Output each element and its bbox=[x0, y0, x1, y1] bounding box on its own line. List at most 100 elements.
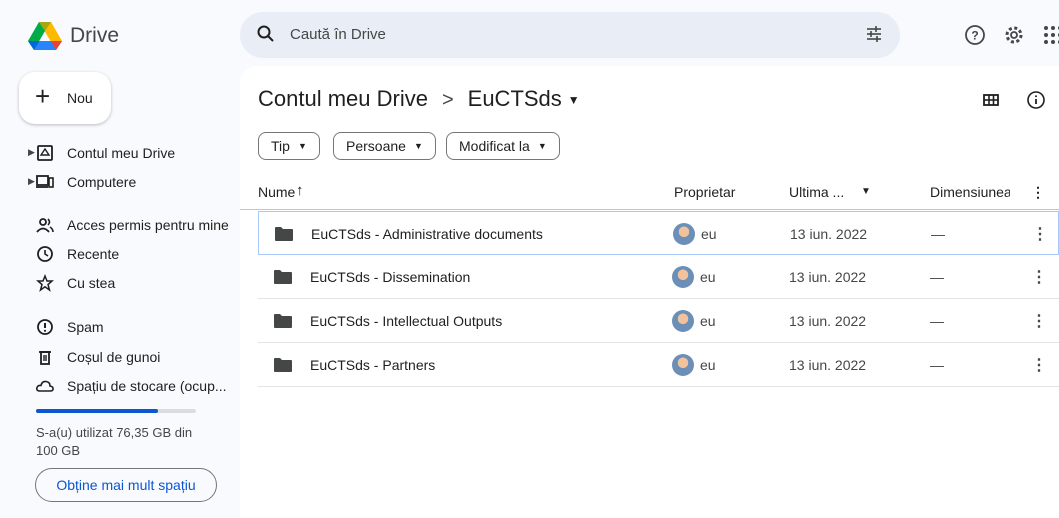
column-options-icon[interactable]: ⋮ bbox=[1031, 184, 1045, 201]
file-name[interactable]: EuCTSds - Partners bbox=[310, 357, 435, 373]
file-name[interactable]: EuCTSds - Administrative documents bbox=[311, 226, 543, 242]
help-icon[interactable]: ? bbox=[964, 24, 986, 46]
search-input[interactable]: Caută în Drive bbox=[290, 26, 386, 43]
filter-modified-label: Modificat la bbox=[459, 138, 530, 154]
breadcrumb: Contul meu Drive > EuCTSds ▼ bbox=[258, 86, 580, 112]
file-size: — bbox=[930, 357, 944, 373]
sidebar-item-label: Recente bbox=[67, 246, 120, 262]
storage-progress-bar bbox=[36, 409, 196, 413]
people-icon bbox=[36, 218, 54, 233]
computer-icon bbox=[36, 175, 54, 188]
breadcrumb-root[interactable]: Contul meu Drive bbox=[258, 86, 428, 111]
main-content: Contul meu Drive > EuCTSds ▼ Tip ▼ Persoane ▼… bbox=[240, 66, 1059, 518]
breadcrumb-current[interactable]: EuCTSds bbox=[468, 86, 562, 111]
drive-logo-icon[interactable] bbox=[28, 22, 62, 50]
dropdown-arrow-icon: ▼ bbox=[537, 141, 547, 151]
table-row[interactable]: EuCTSds - Dissemination eu 13 iun. 2022 … bbox=[258, 255, 1059, 299]
trash-icon bbox=[39, 351, 51, 365]
column-name-header[interactable]: Nume bbox=[258, 184, 295, 200]
spam-icon bbox=[37, 319, 53, 335]
search-options-icon[interactable] bbox=[864, 24, 884, 44]
sidebar-item-shared-with-me[interactable]: Acces permis pentru mine bbox=[0, 211, 238, 239]
column-modified-header[interactable]: Ultima ... bbox=[789, 184, 844, 200]
cloud-icon bbox=[36, 380, 54, 392]
sidebar-item-label: Spațiu de stocare (ocup... bbox=[67, 378, 227, 394]
storage-progress-fill bbox=[36, 409, 159, 413]
breadcrumb-separator: > bbox=[441, 89, 454, 111]
apps-grid-icon[interactable] bbox=[1042, 24, 1059, 46]
file-modified-date: 13 iun. 2022 bbox=[789, 269, 867, 285]
sidebar-item-recent[interactable]: Recente bbox=[0, 240, 238, 268]
search-bar[interactable]: Caută în Drive bbox=[240, 12, 900, 58]
filter-type-label: Tip bbox=[271, 138, 290, 154]
file-size: — bbox=[930, 313, 944, 329]
file-size: — bbox=[930, 269, 944, 285]
owner-avatar bbox=[672, 354, 694, 376]
folder-icon bbox=[274, 314, 292, 328]
sidebar-item-label: Cu stea bbox=[67, 275, 116, 291]
expand-arrow-icon[interactable]: ▶ bbox=[28, 176, 35, 187]
owner-avatar bbox=[672, 266, 694, 288]
new-button[interactable]: + Nou bbox=[19, 72, 111, 124]
sidebar-item-my-drive[interactable]: ▶ Contul meu Drive bbox=[0, 139, 238, 167]
filter-type-chip[interactable]: Tip ▼ bbox=[258, 132, 320, 160]
file-modified-date: 13 iun. 2022 bbox=[789, 313, 867, 329]
file-size: — bbox=[931, 226, 945, 242]
filter-people-label: Persoane bbox=[346, 138, 406, 154]
new-button-label: Nou bbox=[67, 90, 93, 106]
file-modified-date: 13 iun. 2022 bbox=[790, 226, 868, 242]
sidebar-item-label: Contul meu Drive bbox=[67, 145, 176, 161]
sort-down-caret-icon[interactable]: ▼ bbox=[861, 186, 871, 197]
dropdown-arrow-icon: ▼ bbox=[413, 141, 423, 151]
table-row[interactable]: EuCTSds - Administrative documents eu 13… bbox=[258, 211, 1059, 255]
expand-arrow-icon[interactable]: ▶ bbox=[28, 147, 35, 158]
folder-icon bbox=[274, 358, 292, 372]
file-owner: eu bbox=[701, 226, 717, 242]
sidebar-item-computers[interactable]: ▶ Computere bbox=[0, 168, 238, 196]
filter-modified-chip[interactable]: Modificat la ▼ bbox=[446, 132, 560, 160]
sidebar-item-label: Coșul de gunoi bbox=[67, 349, 161, 365]
more-actions-icon[interactable]: ⋮ bbox=[1031, 355, 1047, 375]
top-bar: Drive Caută în Drive ? bbox=[0, 0, 1059, 70]
owner-avatar bbox=[672, 310, 694, 332]
grid-view-icon[interactable] bbox=[981, 90, 1001, 110]
file-owner: eu bbox=[700, 269, 716, 285]
more-actions-icon[interactable]: ⋮ bbox=[1032, 224, 1048, 244]
search-icon[interactable] bbox=[256, 24, 276, 44]
file-owner: eu bbox=[700, 313, 716, 329]
app-brand[interactable]: Drive bbox=[70, 24, 119, 48]
clock-icon bbox=[37, 246, 53, 262]
plus-icon: + bbox=[35, 81, 51, 111]
folder-icon bbox=[275, 227, 293, 241]
filter-people-chip[interactable]: Persoane ▼ bbox=[333, 132, 436, 160]
more-actions-icon[interactable]: ⋮ bbox=[1031, 311, 1047, 331]
settings-icon[interactable] bbox=[1003, 24, 1025, 46]
svg-text:?: ? bbox=[971, 29, 978, 43]
get-more-storage-button[interactable]: Obține mai mult spațiu bbox=[35, 468, 217, 502]
file-modified-date: 13 iun. 2022 bbox=[789, 357, 867, 373]
caret-down-icon[interactable]: ▼ bbox=[568, 93, 580, 107]
my-drive-icon bbox=[37, 145, 53, 161]
sidebar-item-starred[interactable]: Cu stea bbox=[0, 269, 238, 297]
more-actions-icon[interactable]: ⋮ bbox=[1031, 267, 1047, 287]
storage-usage-text: S-a(u) utilizat 76,35 GB din 100 GB bbox=[36, 425, 193, 458]
dropdown-arrow-icon: ▼ bbox=[297, 141, 307, 151]
sidebar-item-label: Spam bbox=[67, 319, 104, 335]
sidebar-item-spam[interactable]: Spam bbox=[0, 313, 238, 341]
table-header: Nume ↑ Proprietar Ultima ... ▼ Dimensiun… bbox=[240, 174, 1059, 210]
file-name[interactable]: EuCTSds - Dissemination bbox=[310, 269, 470, 285]
file-owner: eu bbox=[700, 357, 716, 373]
table-row[interactable]: EuCTSds - Intellectual Outputs eu 13 iun… bbox=[258, 299, 1059, 343]
star-icon bbox=[36, 274, 54, 292]
info-icon[interactable] bbox=[1026, 90, 1046, 110]
sidebar-item-label: Computere bbox=[67, 174, 137, 190]
sort-up-arrow-icon[interactable]: ↑ bbox=[296, 182, 304, 199]
table-row[interactable]: EuCTSds - Partners eu 13 iun. 2022 — ⋮ bbox=[258, 343, 1059, 387]
file-name[interactable]: EuCTSds - Intellectual Outputs bbox=[310, 313, 502, 329]
sidebar-item-trash[interactable]: Coșul de gunoi bbox=[0, 343, 238, 371]
sidebar-item-storage[interactable]: Spațiu de stocare (ocup... bbox=[0, 372, 238, 400]
column-size-header[interactable]: Dimensiunea bbox=[930, 184, 1010, 200]
column-owner-header[interactable]: Proprietar bbox=[674, 184, 735, 200]
sidebar-item-label: Acces permis pentru mine bbox=[67, 217, 229, 233]
folder-icon bbox=[274, 270, 292, 284]
